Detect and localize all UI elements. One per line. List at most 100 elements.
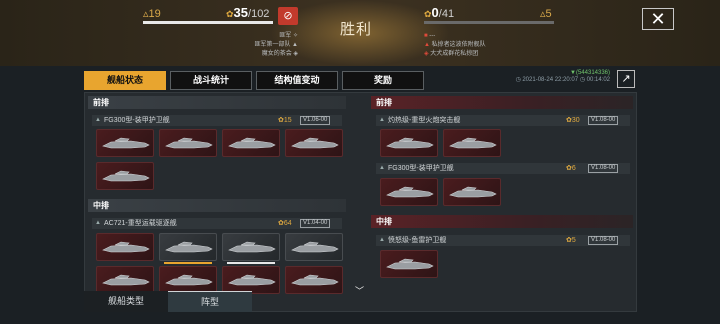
- left-score-bar: [143, 21, 273, 24]
- right-ship-row: ▲ 灼热级-重型火炮突击舰 ✿30 V1.08-00: [376, 115, 630, 126]
- ship-card[interactable]: [222, 266, 280, 294]
- ship-silhouette-icon: [386, 258, 434, 270]
- ship-score-value: 6: [571, 165, 576, 172]
- ship-card[interactable]: [285, 266, 343, 294]
- left-ship-row: ▲ FG300型-装甲护卫舰 ✿15 V1.06-00: [92, 115, 342, 126]
- ship-score: ✿15: [278, 117, 292, 124]
- right-level: ▵5: [540, 8, 552, 20]
- ship-class-icon: ▲: [95, 117, 101, 123]
- left-fleet-notes: 匪军 ✧ 匪军第一部队 ▲ 魔女的茶会 ◈: [254, 33, 298, 57]
- ship-silhouette-icon: [228, 241, 276, 253]
- ship-card[interactable]: [443, 178, 501, 206]
- ship-card[interactable]: [96, 266, 154, 294]
- ship-silhouette-icon: [386, 137, 434, 149]
- battle-duration: 00:14:02: [586, 77, 610, 83]
- tab-ship-type[interactable]: 舰船类型: [84, 291, 168, 312]
- ship-score: ✿30: [566, 117, 580, 124]
- ship-score: ✿64: [278, 220, 292, 227]
- ship-silhouette-icon: [291, 137, 339, 149]
- tab-structure-change[interactable]: 结构值变动: [256, 71, 338, 90]
- right-note: 私掠者这波依附舰队: [431, 42, 486, 48]
- ship-silhouette-icon: [228, 137, 276, 149]
- left-level: ▵19: [143, 8, 161, 20]
- tab-battle-stats[interactable]: 战斗统计: [170, 71, 252, 90]
- ship-class-icon: ▲: [379, 237, 385, 243]
- ship-version: V1.04-00: [300, 219, 331, 228]
- right-ship-row: ▲ 愤怒级-鱼雷护卫舰 ✿5 V1.08-00: [376, 235, 630, 246]
- ship-card[interactable]: [380, 178, 438, 206]
- ship-card[interactable]: [96, 129, 154, 157]
- left-level-value: 19: [148, 8, 161, 20]
- external-link-icon: ↗: [621, 73, 631, 85]
- view-mode-tabs: 舰船类型 阵型: [84, 291, 252, 312]
- battle-header: ▵19 ✿35/102 ⊘ 胜利 ✿0/41 ▵5 匪军 ✧ 匪军第一部队 ▲ …: [0, 0, 720, 66]
- ship-card[interactable]: [222, 129, 280, 157]
- left-score-total: /102: [248, 8, 270, 20]
- ship-name: AC721-重型运载驱逐舰: [104, 220, 177, 227]
- right-note: 大犬成群花私掠团: [430, 51, 479, 57]
- ship-silhouette-icon: [165, 241, 213, 253]
- close-icon: ✕: [650, 9, 666, 29]
- left-faction-icon: ⊘: [278, 7, 298, 25]
- ship-silhouette-icon: [102, 137, 150, 149]
- left-note: 匪军第一部队: [254, 42, 291, 48]
- ship-silhouette-icon: [102, 274, 150, 286]
- ship-version: V1.08-00: [588, 164, 619, 173]
- left-middle-row-header: 中排: [88, 199, 346, 212]
- right-level-value: 5: [545, 8, 552, 20]
- chevron-down-icon[interactable]: ﹀: [355, 284, 364, 297]
- ship-score: ✿6: [566, 165, 576, 172]
- ship-score-value: 5: [571, 237, 576, 244]
- ship-name: FG300型-装甲护卫舰: [388, 165, 454, 172]
- ship-card[interactable]: [380, 250, 438, 278]
- ship-card[interactable]: [443, 129, 501, 157]
- ship-card[interactable]: [159, 129, 217, 157]
- ship-silhouette-icon: [165, 137, 213, 149]
- right-middle-row-header: 中排: [371, 215, 633, 228]
- tab-formation[interactable]: 阵型: [168, 291, 252, 312]
- battle-time-value: 2021-08-24 22:20:07: [522, 77, 579, 83]
- ship-card[interactable]: [285, 129, 343, 157]
- share-button[interactable]: ↗: [617, 70, 635, 88]
- ship-silhouette-icon: [449, 137, 497, 149]
- ship-silhouette-icon: [386, 186, 434, 198]
- ship-silhouette-icon: [102, 170, 150, 182]
- ship-card[interactable]: [159, 233, 217, 264]
- ship-silhouette-icon: [228, 274, 276, 286]
- ship-card[interactable]: [380, 129, 438, 157]
- ship-card[interactable]: [96, 162, 154, 190]
- ship-silhouette-icon: [291, 274, 339, 286]
- ship-card[interactable]: [285, 233, 343, 261]
- ship-name: FG300型-装甲护卫舰: [104, 117, 170, 124]
- left-ship-row: ▲ AC721-重型运载驱逐舰 ✿64 V1.04-00: [92, 218, 342, 229]
- battle-time: ◷ 2021-08-24 22:20:07 ◷ 00:14:02: [515, 77, 610, 83]
- left-note: 魔女的茶会: [261, 51, 292, 57]
- ship-version: V1.08-00: [588, 236, 619, 245]
- ship-card[interactable]: [222, 233, 280, 264]
- ship-score: ✿5: [566, 237, 576, 244]
- ship-score-value: 30: [571, 117, 580, 124]
- right-score-total: /41: [438, 8, 455, 20]
- left-score: ✿35/102: [226, 5, 270, 20]
- ship-name: 灼热级-重型火炮突击舰: [388, 117, 461, 124]
- ship-card[interactable]: [96, 233, 154, 261]
- ship-silhouette-icon: [165, 274, 213, 286]
- right-note: ---: [429, 33, 436, 39]
- left-note: 匪军: [279, 33, 292, 39]
- left-score-value: 35: [233, 5, 249, 20]
- ship-version: V1.08-00: [588, 116, 619, 125]
- battle-result: 胜利: [340, 21, 373, 38]
- ship-name: 愤怒级-鱼雷护卫舰: [388, 237, 447, 244]
- ship-card-underline: [227, 262, 275, 264]
- tab-rewards[interactable]: 奖励: [342, 71, 424, 90]
- ship-score-value: 15: [283, 117, 292, 124]
- ship-class-icon: ▲: [95, 220, 101, 226]
- close-button[interactable]: ✕: [642, 8, 674, 30]
- ship-score-value: 64: [283, 220, 292, 227]
- ship-card[interactable]: [159, 266, 217, 294]
- ship-silhouette-icon: [102, 241, 150, 253]
- right-fleet-notes: ■ --- ▲ 私掠者这波依附舰队 ◈ 大犬成群花私掠团: [424, 33, 486, 57]
- right-score-value: 0: [431, 5, 439, 20]
- right-score-bar: [424, 21, 554, 24]
- tab-ship-status[interactable]: 舰船状态: [84, 71, 166, 90]
